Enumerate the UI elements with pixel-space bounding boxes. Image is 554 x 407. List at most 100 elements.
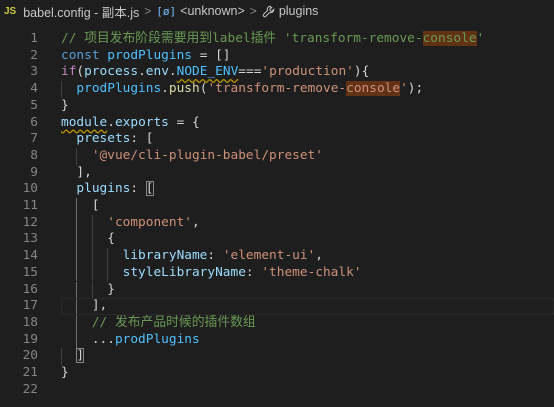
line-number: 19: [22, 331, 38, 347]
code-text: 'component',: [61, 214, 199, 232]
code-token: }: [61, 365, 69, 380]
code-line[interactable]: 19 ...prodPlugins: [0, 331, 554, 349]
code-token: :: [245, 264, 262, 280]
code-line[interactable]: 6 module.exports = {: [0, 115, 554, 132]
code-line[interactable]: 22: [0, 382, 554, 399]
code-token: '@vue/cli-plugin-babel/preset': [91, 147, 323, 163]
line-number: 16: [22, 281, 38, 297]
code-token: ]: [76, 348, 85, 364]
code-token: :: [130, 181, 146, 197]
code-text: ]: [61, 348, 85, 365]
code-token: ,: [315, 248, 323, 264]
code-line[interactable]: 12 'component',: [0, 214, 554, 232]
code-token: console: [346, 81, 401, 97]
code-line[interactable]: 16 }: [0, 281, 554, 299]
code-token: 'component': [107, 214, 192, 230]
code-token: ===: [238, 64, 262, 80]
code-token: if: [61, 64, 77, 80]
code-token: styleLibraryName: [122, 264, 246, 280]
code-text: presets: [: [61, 131, 153, 148]
code-text: // 项目发布阶段需要用到label插件 'transform-remove-c…: [61, 31, 484, 48]
code-text: }: [61, 98, 69, 115]
code-token: .: [161, 81, 169, 97]
breadcrumb: JS babel.config - 副本.js > [ø] <unknown> …: [0, 0, 554, 22]
code-token: prodPlugins: [114, 331, 200, 347]
code-line[interactable]: 5}: [0, 98, 554, 115]
code-line[interactable]: 9 ],: [0, 165, 554, 182]
line-number: 13: [22, 231, 38, 247]
code-token: 'transform-remove-: [207, 81, 347, 97]
code-line[interactable]: 2 const prodPlugins = []: [0, 48, 554, 65]
code-token: [: [61, 198, 100, 213]
code-line[interactable]: 15 styleLibraryName: 'theme-chalk': [0, 264, 554, 282]
line-number: 17: [22, 298, 38, 314]
code-token: push: [168, 81, 200, 97]
code-token: {: [61, 231, 115, 247]
code-text: ],: [61, 165, 91, 182]
breadcrumb-file[interactable]: babel.config - 副本.js: [23, 2, 139, 21]
code-token: env: [145, 64, 169, 80]
object-symbol-icon: [ø]: [156, 4, 177, 18]
code-token: ': [476, 31, 485, 46]
code-token: = {: [168, 114, 200, 130]
code-line[interactable]: 21}: [0, 365, 554, 382]
line-number: 21: [22, 365, 38, 380]
line-number: 2: [30, 47, 38, 63]
code-token: // 发布产品时候的插件数组: [91, 314, 256, 330]
code-token: plugins: [76, 181, 131, 197]
code-text: module.exports = {: [61, 115, 200, 132]
code-line[interactable]: 13 {: [0, 231, 554, 249]
line-number: 3: [30, 64, 38, 80]
breadcrumb-symbol-unknown[interactable]: <unknown>: [180, 4, 245, 18]
code-token: libraryName: [122, 248, 208, 264]
code-line[interactable]: 1 // 项目发布阶段需要用到label插件 'transform-remove-…: [0, 31, 554, 48]
code-line[interactable]: 20 ]: [0, 348, 554, 365]
line-number: 9: [30, 164, 38, 180]
code-token: // 项目发布阶段需要用到label插件 'transform-remove-: [61, 31, 423, 46]
code-token: }: [61, 281, 115, 297]
code-line[interactable]: 11 [: [0, 198, 554, 215]
line-number: 11: [22, 198, 38, 213]
code-text: [: [61, 198, 100, 215]
current-line-highlight: [61, 298, 554, 315]
code-token: ': [400, 81, 408, 97]
code-text: prodPlugins.push('transform-remove-conso…: [61, 81, 423, 98]
breadcrumb-separator: >: [144, 4, 152, 18]
code-token: 'production': [261, 64, 354, 80]
code-token: .: [138, 64, 146, 80]
breadcrumb-symbol-plugins[interactable]: plugins: [279, 4, 319, 18]
code-token: NODE_ENV: [176, 64, 239, 80]
line-number: 15: [22, 264, 38, 280]
code-token: process: [84, 64, 139, 80]
code-token: 'theme-chalk': [261, 264, 362, 280]
code-token: = []: [191, 47, 231, 63]
wrench-property-icon: [262, 5, 275, 17]
code-line[interactable]: 3 if(process.env.NODE_ENV==='production')…: [0, 64, 554, 81]
code-token: [: [145, 181, 154, 197]
code-line[interactable]: 4 prodPlugins.push('transform-remove-con…: [0, 81, 554, 98]
code-editor[interactable]: 1 // 项目发布阶段需要用到label插件 'transform-remove-…: [0, 22, 554, 407]
code-token: .: [107, 114, 115, 130]
code-line[interactable]: 18 // 发布产品时候的插件数组: [0, 314, 554, 332]
code-text: }: [61, 365, 69, 382]
code-line[interactable]: 14 libraryName: 'element-ui',: [0, 248, 554, 265]
code-text: }: [61, 282, 115, 299]
code-text: // 发布产品时候的插件数组: [61, 315, 256, 332]
code-line[interactable]: 10 plugins: [: [0, 181, 554, 198]
code-text: styleLibraryName: 'theme-chalk': [61, 265, 362, 282]
code-line[interactable]: 7 presets: [: [0, 131, 554, 148]
javascript-file-icon: JS: [4, 5, 17, 17]
line-number: 10: [22, 181, 38, 197]
code-text: '@vue/cli-plugin-babel/preset': [61, 148, 323, 165]
code-line[interactable]: 8 '@vue/cli-plugin-babel/preset': [0, 147, 554, 165]
line-number: 18: [22, 314, 38, 330]
line-number: 12: [22, 214, 38, 230]
code-token: const: [61, 47, 108, 63]
